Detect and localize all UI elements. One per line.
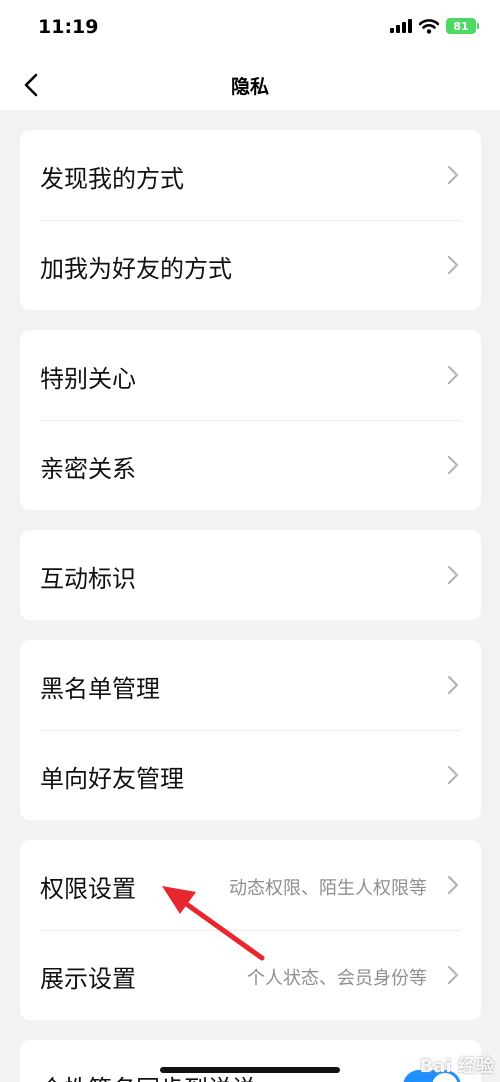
row-detail: 个人状态、会员身份等 xyxy=(247,968,427,989)
row-label: 互动标识 xyxy=(40,565,136,593)
row-label: 展示设置 xyxy=(40,965,136,993)
status-icons: 81 xyxy=(390,18,479,34)
settings-group: 个性签名同步到说说 xyxy=(20,1040,481,1082)
settings-group: 互动标识 xyxy=(20,530,481,620)
row-label: 加我为好友的方式 xyxy=(40,255,232,283)
settings-group: 黑名单管理 单向好友管理 xyxy=(20,640,481,820)
row-permission-settings[interactable]: 权限设置 动态权限、陌生人权限等 xyxy=(20,840,481,930)
settings-group: 发现我的方式 加我为好友的方式 xyxy=(20,130,481,310)
chevron-right-icon xyxy=(448,256,458,274)
home-indicator xyxy=(160,1067,340,1073)
row-special-care[interactable]: 特别关心 xyxy=(20,330,481,420)
settings-group: 特别关心 亲密关系 xyxy=(20,330,481,510)
row-interaction-badge[interactable]: 互动标识 xyxy=(20,530,481,620)
chevron-right-icon xyxy=(448,676,458,694)
chevron-right-icon xyxy=(448,456,458,474)
wifi-icon xyxy=(419,18,439,34)
chevron-right-icon xyxy=(448,766,458,784)
status-time: 11:19 xyxy=(38,16,99,38)
status-bar: 11:19 81 xyxy=(0,0,500,60)
signal-icon xyxy=(390,19,412,33)
row-label: 权限设置 xyxy=(40,875,136,903)
chevron-right-icon xyxy=(448,166,458,184)
watermark: Bai 经验 xyxy=(419,1056,494,1077)
row-label: 亲密关系 xyxy=(40,455,136,483)
battery-icon: 81 xyxy=(446,18,479,34)
row-label: 单向好友管理 xyxy=(40,765,184,793)
row-add-friend-method[interactable]: 加我为好友的方式 xyxy=(20,220,481,310)
row-one-way-friends[interactable]: 单向好友管理 xyxy=(20,730,481,820)
row-blacklist[interactable]: 黑名单管理 xyxy=(20,640,481,730)
row-discover-me[interactable]: 发现我的方式 xyxy=(20,130,481,220)
row-intimate-relations[interactable]: 亲密关系 xyxy=(20,420,481,510)
chevron-right-icon xyxy=(448,566,458,584)
page-title: 隐私 xyxy=(230,76,269,98)
row-label: 发现我的方式 xyxy=(40,165,184,193)
row-label: 黑名单管理 xyxy=(40,675,160,703)
row-display-settings[interactable]: 展示设置 个人状态、会员身份等 xyxy=(20,930,481,1020)
nav-bar: 隐私 xyxy=(0,60,500,110)
chevron-right-icon xyxy=(448,366,458,384)
battery-level: 81 xyxy=(453,19,469,33)
row-sync-signature[interactable]: 个性签名同步到说说 xyxy=(20,1040,481,1082)
chevron-right-icon xyxy=(448,876,458,894)
chevron-right-icon xyxy=(448,966,458,984)
settings-list: 发现我的方式 加我为好友的方式 特别关心 亲密关系 互动标识 黑名单管理 单向好… xyxy=(0,110,500,1082)
row-label: 特别关心 xyxy=(40,365,136,393)
settings-group: 权限设置 动态权限、陌生人权限等 展示设置 个人状态、会员身份等 xyxy=(20,840,481,1020)
row-detail: 动态权限、陌生人权限等 xyxy=(229,878,427,899)
